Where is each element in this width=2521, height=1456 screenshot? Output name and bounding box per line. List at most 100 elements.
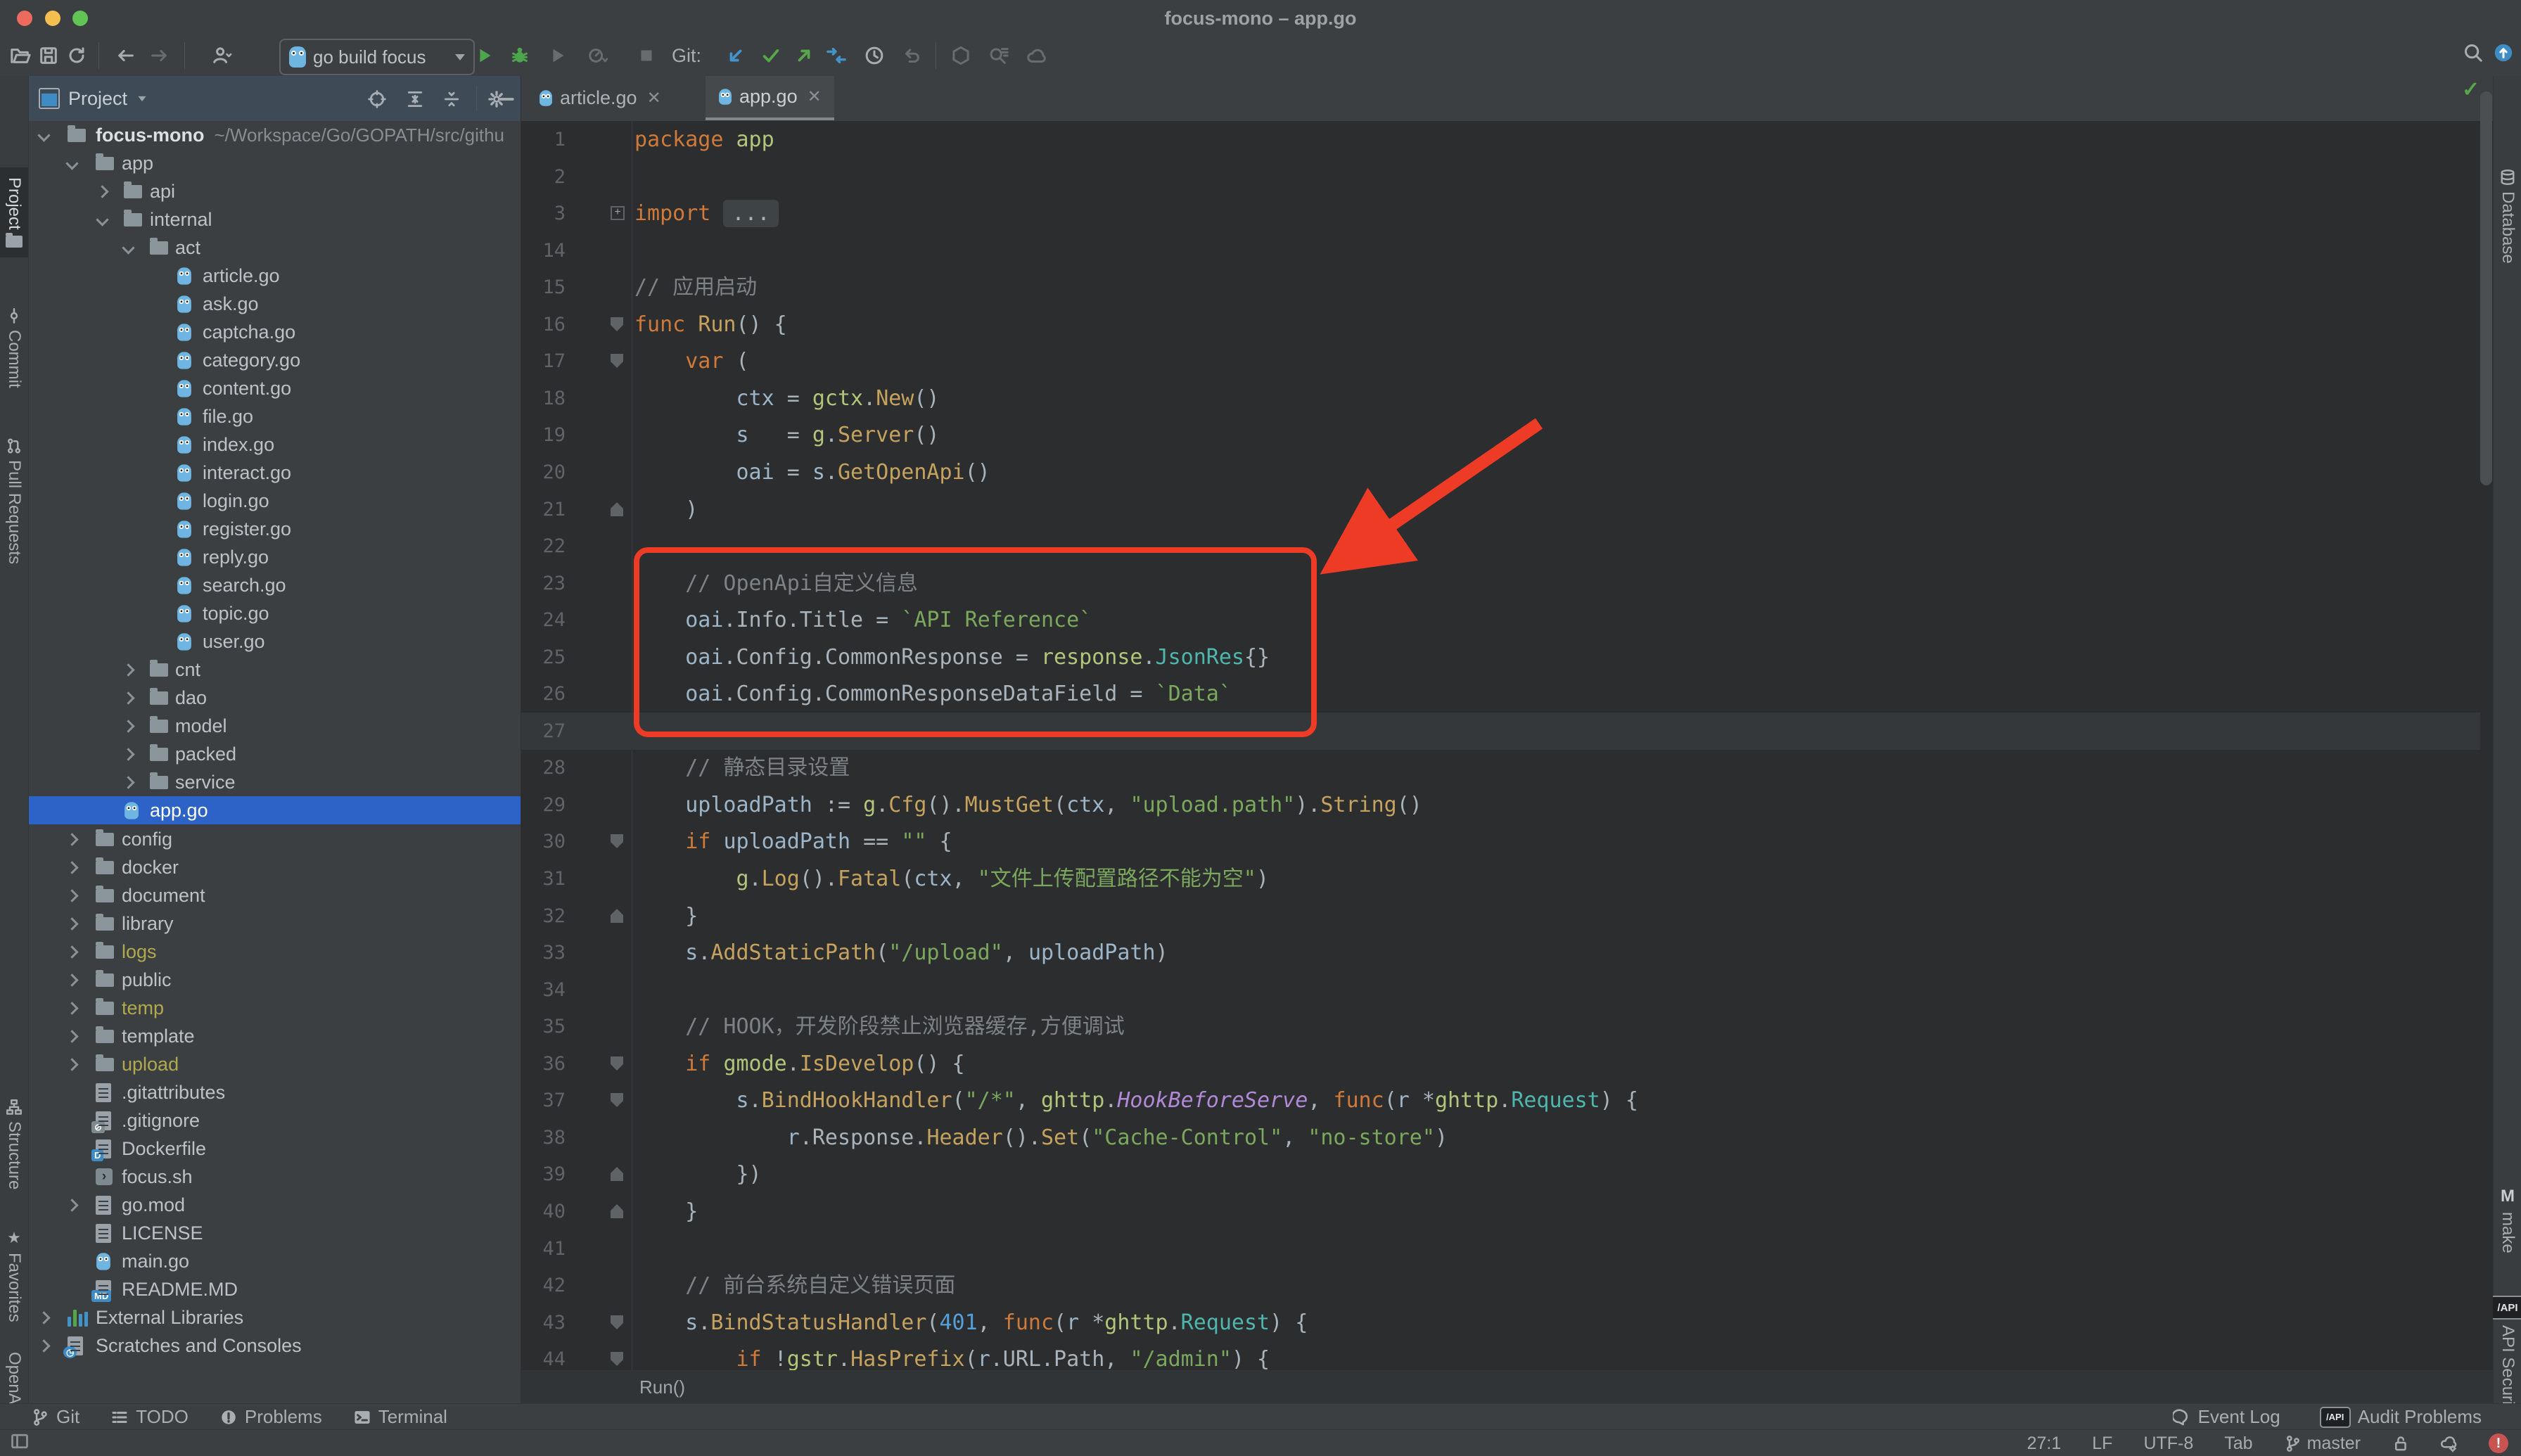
chevron-collapsed-icon[interactable] [122, 776, 134, 788]
tree-row-temp[interactable]: temp [29, 994, 521, 1022]
git-compare-icon[interactable] [822, 41, 851, 70]
status-item-27-1[interactable]: 27:1 [2027, 1433, 2062, 1454]
tree-row-focus-mono[interactable]: focus-mono~/Workspace/Go/GOPATH/src/gith… [29, 121, 521, 149]
locate-icon[interactable] [365, 87, 389, 111]
fold-marker-icon[interactable] [611, 1315, 623, 1329]
tool-stripe-database[interactable]: Database [2494, 159, 2521, 274]
save-icon[interactable] [34, 41, 63, 70]
status-item-cloud-gear[interactable] [2440, 1435, 2458, 1452]
tree-row-article.go[interactable]: article.go [29, 262, 521, 290]
tree-row-captcha.go[interactable]: captcha.go [29, 318, 521, 346]
code-line-32[interactable]: 32 } [521, 898, 2480, 935]
chevron-collapsed-icon[interactable] [65, 861, 78, 874]
git-update-icon[interactable] [721, 41, 751, 70]
code-line-31[interactable]: 31 g.Log().Fatal(ctx, "文件上传配置路径不能为空") [521, 860, 2480, 898]
tree-row-service[interactable]: service [29, 768, 521, 796]
code-line-17[interactable]: 17 var ( [521, 343, 2480, 380]
tree-row-ask.go[interactable]: ask.go [29, 290, 521, 318]
chevron-collapsed-icon[interactable] [65, 1002, 78, 1014]
git-push-icon[interactable] [789, 41, 819, 70]
fold-marker-icon[interactable] [611, 834, 623, 848]
code-line-14[interactable]: 14 [521, 232, 2480, 269]
forward-icon[interactable] [144, 41, 174, 70]
collapse-all-icon[interactable] [440, 87, 464, 111]
chevron-collapsed-icon[interactable] [65, 1199, 78, 1211]
tree-row-library[interactable]: library [29, 909, 521, 938]
code-line-26[interactable]: 26 oai.Config.CommonResponseDataField = … [521, 675, 2480, 713]
code-line-30[interactable]: 30 if uploadPath == "" { [521, 823, 2480, 860]
open-folder-icon[interactable] [6, 41, 35, 70]
tree-row-config[interactable]: config [29, 825, 521, 853]
code-line-22[interactable]: 22 [521, 528, 2480, 565]
chevron-collapsed-icon[interactable] [122, 691, 134, 704]
tree-row-model[interactable]: model [29, 712, 521, 740]
tree-row-public[interactable]: public [29, 966, 521, 994]
fold-marker-icon[interactable] [611, 1056, 623, 1071]
tool-stripe-pull-requests[interactable]: Pull Requests [0, 428, 28, 574]
tree-row-content.go[interactable]: content.go [29, 374, 521, 402]
back-icon[interactable] [111, 41, 141, 70]
status-item-master[interactable]: master [2284, 1433, 2361, 1454]
code-line-42[interactable]: 42 // 前台系统自定义错误页面 [521, 1267, 2480, 1304]
tree-row-.gitignore[interactable]: ⊘.gitignore [29, 1106, 521, 1135]
chevron-collapsed-icon[interactable] [65, 1058, 78, 1071]
run-icon[interactable] [470, 41, 499, 70]
tree-row-.gitattributes[interactable]: .gitattributes [29, 1078, 521, 1106]
code-line-27[interactable]: 27 [521, 713, 2480, 750]
chevron-collapsed-icon[interactable] [65, 945, 78, 958]
tree-row-topic.go[interactable]: topic.go [29, 599, 521, 627]
code-line-19[interactable]: 19 s = g.Server() [521, 416, 2480, 454]
tab-app-go[interactable]: app.go ✕ [706, 76, 834, 120]
chevron-collapsed-icon[interactable] [37, 1339, 50, 1352]
tree-row-internal[interactable]: internal [29, 205, 521, 234]
user-icon[interactable] [200, 41, 243, 70]
chevron-collapsed-icon[interactable] [65, 889, 78, 902]
tree-row-main.go[interactable]: main.go [29, 1247, 521, 1275]
toolwindow-button-todo[interactable]: TODO [110, 1406, 189, 1428]
status-item-utf-8[interactable]: UTF-8 [2143, 1433, 2193, 1454]
fold-marker-icon[interactable] [611, 317, 623, 331]
tree-row-license[interactable]: LICENSE [29, 1219, 521, 1247]
code-line-37[interactable]: 37 s.BindHookHandler("/*", ghttp.HookBef… [521, 1082, 2480, 1119]
tree-row-search.go[interactable]: search.go [29, 571, 521, 599]
code-line-25[interactable]: 25 oai.Config.CommonResponse = response.… [521, 639, 2480, 676]
tool-stripe-structure[interactable]: Structure [0, 1089, 28, 1199]
close-icon[interactable]: ✕ [808, 87, 822, 107]
breadcrumb[interactable]: Run() [521, 1370, 2493, 1404]
fold-marker-icon[interactable] [611, 354, 623, 368]
chevron-collapsed-icon[interactable] [122, 663, 134, 676]
code-line-40[interactable]: 40 } [521, 1193, 2480, 1230]
chevron-collapsed-icon[interactable] [122, 720, 134, 732]
code-line-43[interactable]: 43 s.BindStatusHandler(401, func(r *ghtt… [521, 1304, 2480, 1341]
tree-row-app.go[interactable]: app.go [29, 796, 521, 824]
editor-vertical-scrollbar[interactable] [2480, 91, 2492, 485]
tool-stripe-project[interactable]: Project [0, 167, 28, 257]
chevron-collapsed-icon[interactable] [65, 973, 78, 986]
toolwindow-button-terminal[interactable]: Terminal [353, 1406, 447, 1428]
fold-marker-icon[interactable] [611, 909, 623, 923]
chevron-expanded-icon[interactable] [37, 129, 50, 141]
history-icon[interactable] [860, 41, 889, 70]
tree-row-go.mod[interactable]: go.mod [29, 1191, 521, 1219]
code-line-16[interactable]: 16func Run() { [521, 306, 2480, 343]
tool-stripe-make[interactable]: Mmake [2494, 1177, 2521, 1263]
code-line-38[interactable]: 38 r.Response.Header().Set("Cache-Contro… [521, 1119, 2480, 1156]
fold-marker-icon[interactable]: + [611, 206, 625, 220]
code-line-34[interactable]: 34 [521, 971, 2480, 1009]
chevron-collapsed-icon[interactable] [65, 1030, 78, 1042]
code-line-24[interactable]: 24 oai.Info.Title = `API Reference` [521, 601, 2480, 639]
code-line-33[interactable]: 33 s.AddStaticPath("/upload", uploadPath… [521, 934, 2480, 971]
tree-row-template[interactable]: template [29, 1022, 521, 1050]
toolwindow-button-event-log[interactable]: Event Log [2173, 1406, 2280, 1428]
chevron-expanded-icon[interactable] [96, 213, 108, 226]
profiler-icon[interactable] [577, 41, 618, 70]
code-line-18[interactable]: 18 ctx = gctx.New() [521, 380, 2480, 417]
chevron-collapsed-icon[interactable] [96, 185, 108, 198]
code-line-1[interactable]: 1package app [521, 121, 2480, 158]
code-line-41[interactable]: 41 [521, 1230, 2480, 1267]
debug-icon[interactable] [505, 41, 535, 70]
tree-row-dao[interactable]: dao [29, 684, 521, 712]
tool-stripe-favorites[interactable]: ★Favorites [0, 1219, 28, 1332]
toolwindow-button-audit-problems[interactable]: /APIAudit Problems [2320, 1406, 2482, 1428]
tree-row-packed[interactable]: packed [29, 740, 521, 768]
